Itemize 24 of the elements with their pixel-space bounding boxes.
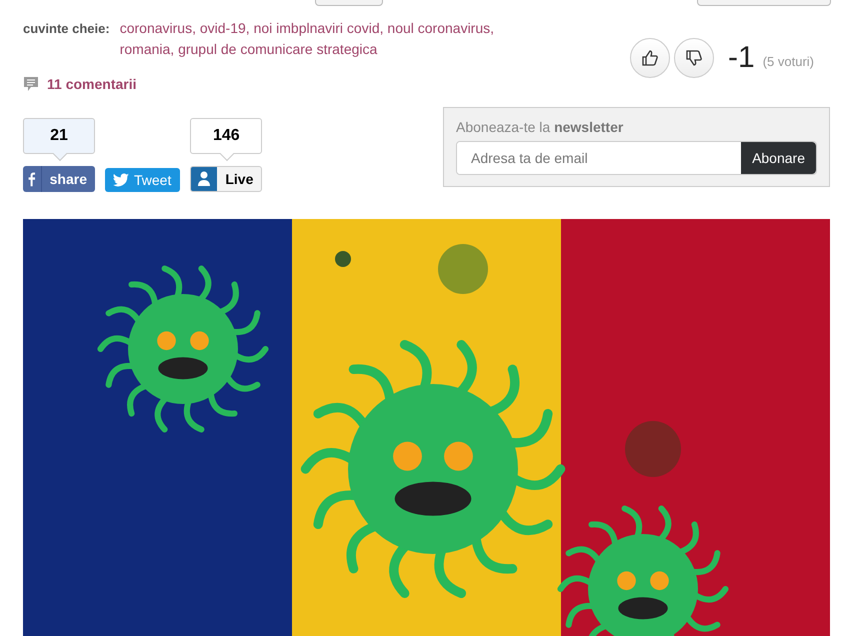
thumbs-up-icon xyxy=(641,49,660,67)
vote-score: -1 xyxy=(728,41,755,75)
email-field[interactable]: Adresa ta de email Abonare xyxy=(456,141,817,175)
comments-link[interactable]: 11 comentarii xyxy=(47,76,136,92)
bird-icon xyxy=(113,173,129,187)
comment-icon xyxy=(23,76,39,92)
share-button[interactable]: share xyxy=(23,166,95,192)
like-button[interactable] xyxy=(630,38,670,78)
thumbs-down-icon xyxy=(685,49,704,67)
dislike-button[interactable] xyxy=(674,38,714,78)
newsletter-title: Aboneaza-te la newsletter xyxy=(456,119,624,135)
share-count: 21 xyxy=(23,118,95,161)
tweet-button[interactable]: Tweet xyxy=(105,168,180,192)
person-icon xyxy=(191,167,218,191)
subscribe-button[interactable]: Abonare xyxy=(741,142,816,174)
keyword-link[interactable]: noi imbplnaviri covid, xyxy=(254,20,384,36)
live-button[interactable]: Live xyxy=(190,166,262,192)
keyword-link[interactable]: grupul de comunicare strategica xyxy=(178,41,378,57)
keyword-link[interactable]: ovid-19, xyxy=(200,20,250,36)
keyword-link[interactable]: romania, xyxy=(120,41,174,57)
share-count: 146 xyxy=(190,118,262,161)
keyword-link[interactable]: coronavirus, xyxy=(120,20,196,36)
keyword-link[interactable]: noul coronavirus, xyxy=(387,20,494,36)
vote-count: (5 voturi) xyxy=(762,54,814,68)
